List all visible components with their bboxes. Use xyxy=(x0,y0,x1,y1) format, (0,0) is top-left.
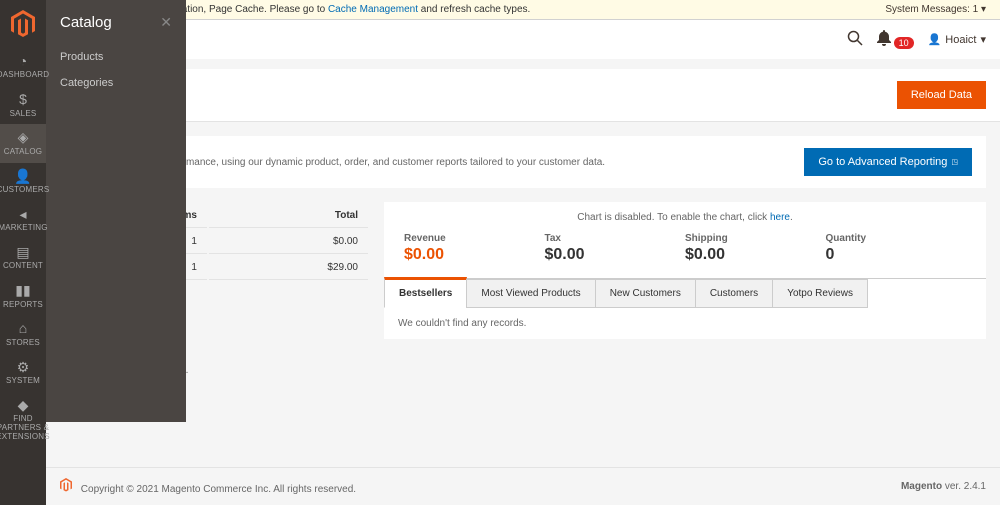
stat-value: $0.00 xyxy=(404,246,545,264)
sidebar-label: SALES xyxy=(10,110,37,119)
stat-value: $0.00 xyxy=(685,246,826,264)
adv-btn-label: Go to Advanced Reporting xyxy=(818,156,947,168)
sidebar-item-catalog[interactable]: ◈ CATALOG xyxy=(0,124,46,162)
chevron-down-icon: ▾ xyxy=(981,4,986,15)
col-total: Total xyxy=(209,204,368,228)
tab-bestsellers[interactable]: Bestsellers xyxy=(384,277,467,308)
advanced-reporting-button[interactable]: Go to Advanced Reporting ◳ xyxy=(804,148,972,176)
sidebar-label: STORES xyxy=(6,339,40,348)
external-link-icon: ◳ xyxy=(951,158,958,166)
stores-icon: ⌂ xyxy=(19,321,27,336)
stat-tax: Tax $0.00 xyxy=(545,233,686,264)
search-icon[interactable] xyxy=(847,30,863,49)
search-terms-title: Top Search Terms xyxy=(60,353,1000,365)
dashboard-right: Chart is disabled. To enable the chart, … xyxy=(384,202,986,339)
sidebar-label: REPORTS xyxy=(3,301,43,310)
user-icon: 👤 xyxy=(928,33,942,46)
user-menu[interactable]: 👤 Hoaict ▾ xyxy=(928,33,986,46)
sysmsg-count: System Messages: 1 xyxy=(885,4,978,15)
close-icon[interactable]: ✕ xyxy=(160,14,172,31)
catalog-icon: ◈ xyxy=(18,130,29,145)
cache-management-link[interactable]: Cache Management xyxy=(328,4,418,15)
content-icon: ▤ xyxy=(16,245,29,260)
footer-version: Magento ver. 2.4.1 xyxy=(901,481,986,492)
dashboard-tabs: Bestsellers Most Viewed Products New Cus… xyxy=(384,278,986,308)
stats-row: Revenue $0.00 Tax $0.00 Shipping $0.00 Q… xyxy=(384,233,986,278)
sidebar-item-stores[interactable]: ⌂ STORES xyxy=(0,315,46,353)
tab-yotpo[interactable]: Yotpo Reviews xyxy=(772,279,868,308)
stat-label: Tax xyxy=(545,233,686,244)
sidebar-item-reports[interactable]: ▮▮ REPORTS xyxy=(0,277,46,315)
product-name: Magento xyxy=(901,481,942,492)
tab-content-empty: We couldn't find any records. xyxy=(384,308,986,339)
chart-disabled-text: Chart is disabled. To enable the chart, … xyxy=(577,212,770,223)
flyout-item-products[interactable]: Products xyxy=(60,51,172,63)
tab-customers[interactable]: Customers xyxy=(695,279,773,308)
sidebar-item-dashboard[interactable]: ◔ DASHBOARD xyxy=(0,48,46,86)
sidebar-label: CONTENT xyxy=(3,262,43,271)
page-header: 10 👤 Hoaict ▾ xyxy=(46,20,1000,59)
copyright-text: Copyright © 2021 Magento Commerce Inc. A… xyxy=(81,484,356,495)
stat-value: 0 xyxy=(826,246,967,264)
dashboard: Items Total 1 $0.00 1 $29.00 xyxy=(60,202,986,339)
reload-data-button[interactable]: Reload Data xyxy=(897,81,986,109)
sidebar-item-sales[interactable]: $ SALES xyxy=(0,86,46,124)
sidebar-label: SYSTEM xyxy=(6,377,40,386)
advanced-reporting-row: d of your business' performance, using o… xyxy=(60,136,986,188)
dashboard-icon: ◔ xyxy=(19,54,27,69)
main-content: es are invalidated: Configuration, Page … xyxy=(46,0,1000,505)
footer-copyright: Copyright © 2021 Magento Commerce Inc. A… xyxy=(60,478,356,495)
sidebar-item-marketing[interactable]: ◂ MARKETING xyxy=(0,201,46,239)
magento-mark-icon xyxy=(60,484,75,495)
stat-label: Revenue xyxy=(404,233,545,244)
dollar-icon: $ xyxy=(19,92,27,107)
sidebar-label: DASHBOARD xyxy=(0,71,49,80)
megaphone-icon: ◂ xyxy=(19,207,26,222)
main-sidebar: ◔ DASHBOARD $ SALES ◈ CATALOG 👤 CUSTOMER… xyxy=(0,0,46,505)
cell-total: $0.00 xyxy=(209,230,368,254)
stat-shipping: Shipping $0.00 xyxy=(685,233,826,264)
bell-icon xyxy=(877,30,891,46)
flyout-item-categories[interactable]: Categories xyxy=(60,77,172,89)
version-text: ver. 2.4.1 xyxy=(942,481,986,492)
user-name: Hoaict xyxy=(945,34,976,46)
reports-icon: ▮▮ xyxy=(15,283,30,298)
sidebar-label: CATALOG xyxy=(4,148,42,157)
sidebar-item-customers[interactable]: 👤 CUSTOMERS xyxy=(0,163,46,201)
stat-quantity: Quantity 0 xyxy=(826,233,967,264)
notification-count-badge: 10 xyxy=(894,37,914,49)
sysmsg-after: and refresh cache types. xyxy=(418,4,530,15)
system-messages-bar: es are invalidated: Configuration, Page … xyxy=(46,0,1000,20)
stat-label: Shipping xyxy=(685,233,826,244)
notifications-bell[interactable]: 10 xyxy=(877,30,914,49)
gear-icon: ⚙ xyxy=(17,360,30,375)
footer: Copyright © 2021 Magento Commerce Inc. A… xyxy=(46,467,1000,505)
tab-most-viewed[interactable]: Most Viewed Products xyxy=(466,279,595,308)
stat-label: Quantity xyxy=(826,233,967,244)
chart-disabled-notice: Chart is disabled. To enable the chart, … xyxy=(384,202,986,233)
stat-revenue: Revenue $0.00 xyxy=(404,233,545,264)
sidebar-label: FIND PARTNERS & EXTENSIONS xyxy=(0,415,50,441)
enable-chart-link[interactable]: here xyxy=(770,212,790,223)
partners-icon: ◆ xyxy=(18,398,29,413)
search-terms-empty: We couldn't find any records. xyxy=(60,365,1000,376)
sidebar-label: MARKETING xyxy=(0,224,48,233)
tab-new-customers[interactable]: New Customers xyxy=(595,279,696,308)
cell-total: $29.00 xyxy=(209,256,368,280)
top-search-terms: Top Search Terms We couldn't find any re… xyxy=(60,353,1000,376)
sidebar-item-content[interactable]: ▤ CONTENT xyxy=(0,239,46,277)
catalog-flyout: Catalog ✕ Products Categories xyxy=(46,0,186,422)
sidebar-label: CUSTOMERS xyxy=(0,186,49,195)
magento-logo-icon[interactable] xyxy=(5,6,41,42)
system-messages-dropdown[interactable]: System Messages: 1 ▾ xyxy=(885,4,986,15)
stat-value: $0.00 xyxy=(545,246,686,264)
customers-icon: 👤 xyxy=(14,169,31,184)
sidebar-item-partners[interactable]: ◆ FIND PARTNERS & EXTENSIONS xyxy=(0,392,46,448)
chevron-down-icon: ▾ xyxy=(980,33,986,46)
sidebar-item-system[interactable]: ⚙ SYSTEM xyxy=(0,354,46,392)
flyout-title: Catalog xyxy=(60,14,172,31)
reload-row: Reload Data xyxy=(46,69,1000,122)
